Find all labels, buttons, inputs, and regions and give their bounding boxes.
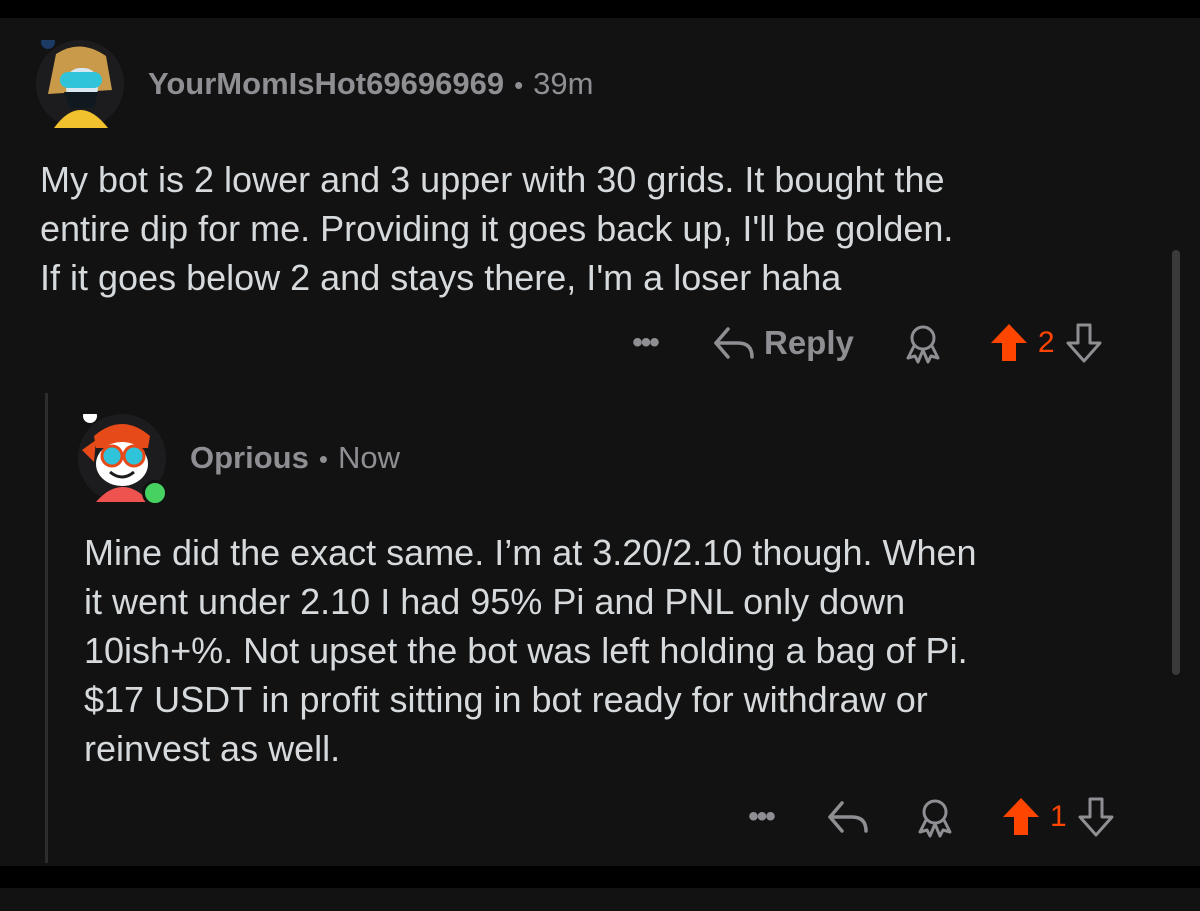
reply-label: Reply: [764, 324, 854, 361]
separator-dot: •: [514, 70, 524, 100]
bottom-strip: [0, 888, 1200, 911]
downvote-button[interactable]: [1063, 321, 1105, 365]
reply-arrow-icon: [828, 801, 868, 833]
comment-header: YourMomIsHot69696969 • 39m: [148, 66, 593, 102]
separator-dot: •: [318, 444, 328, 474]
comment-actions: ••• 1: [736, 792, 1117, 842]
downvote-icon: [1066, 323, 1102, 363]
comment-time: 39m: [533, 66, 594, 101]
award-button[interactable]: [902, 322, 944, 364]
upvote-button[interactable]: [1000, 795, 1042, 839]
upvote-icon: [1003, 798, 1039, 835]
upvote-button[interactable]: [988, 321, 1030, 365]
online-status-indicator: [142, 480, 168, 506]
author-name[interactable]: Oprious: [190, 440, 309, 476]
more-icon: •••: [748, 800, 775, 833]
scrollbar[interactable]: [1172, 250, 1180, 675]
avatar-icon: [36, 40, 124, 128]
thread-line[interactable]: [45, 393, 48, 863]
upvote-icon: [990, 324, 1027, 361]
comment-actions: ••• Reply 2: [620, 318, 1105, 368]
vote-count: 2: [1037, 326, 1055, 359]
comment-header: Oprious • Now: [190, 440, 400, 476]
award-icon: [918, 799, 952, 838]
avatar[interactable]: [36, 40, 124, 128]
award-icon: [906, 325, 940, 364]
comment-body: My bot is 2 lower and 3 upper with 30 gr…: [40, 159, 954, 298]
more-button[interactable]: •••: [620, 326, 670, 360]
more-button[interactable]: •••: [736, 800, 786, 834]
comment-body: Mine did the exact same. I’m at 3.20/2.1…: [84, 532, 977, 769]
reply-arrow-icon: [714, 327, 754, 359]
vote-count: 1: [1050, 800, 1067, 833]
award-button[interactable]: [914, 796, 956, 838]
downvote-button[interactable]: [1075, 795, 1117, 839]
more-icon: •••: [632, 326, 659, 359]
author-name[interactable]: YourMomIsHot69696969: [148, 66, 504, 102]
reply-button[interactable]: [826, 797, 870, 837]
comment-time: Now: [337, 440, 400, 475]
downvote-icon: [1078, 797, 1114, 837]
reply-button[interactable]: Reply: [712, 323, 854, 363]
